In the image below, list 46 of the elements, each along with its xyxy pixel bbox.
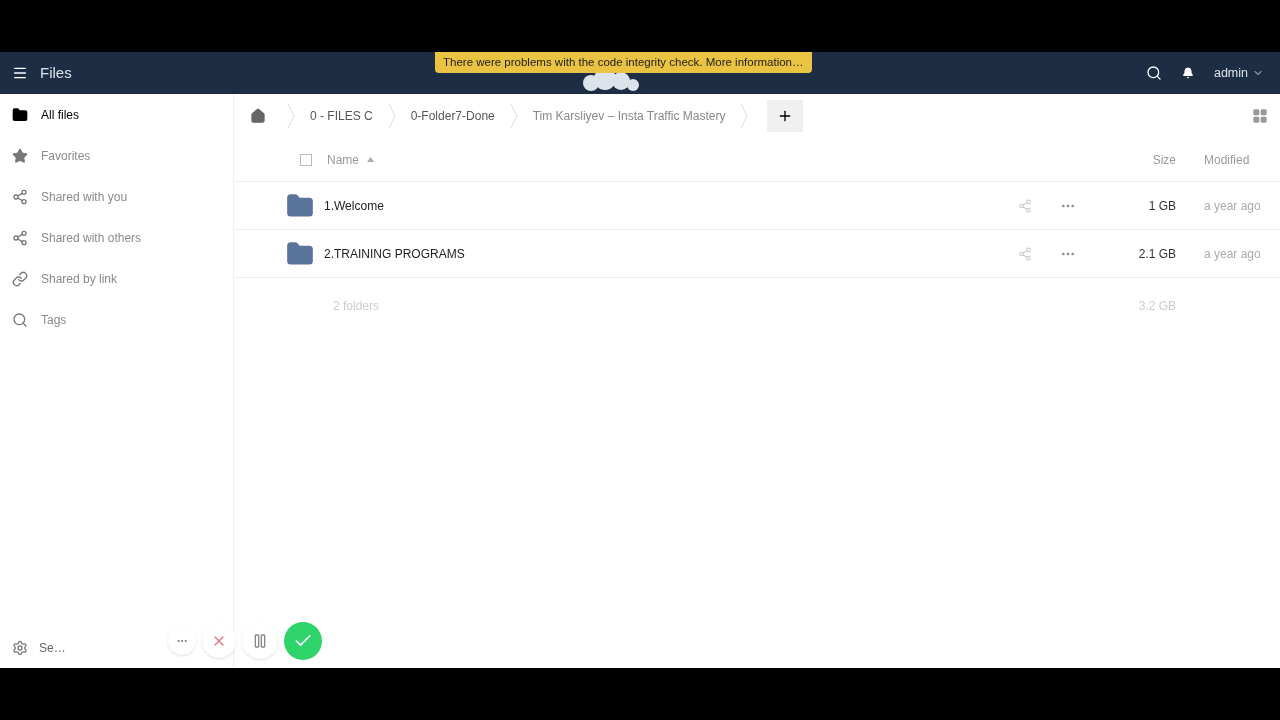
settings-icon (12, 640, 28, 656)
link-icon (12, 270, 28, 287)
search-icon[interactable] (1145, 65, 1162, 81)
grid-view-icon[interactable] (1252, 108, 1268, 124)
sidebar-item[interactable]: Favorites (0, 135, 233, 176)
app-title: Files (40, 62, 72, 83)
breadcrumb-separator-icon (387, 104, 396, 128)
star-icon (12, 147, 28, 164)
breadcrumb-separator-icon (740, 104, 749, 128)
file-size: 2.1 GB (1137, 245, 1176, 263)
search-icon (12, 311, 28, 328)
integrity-warning-banner[interactable]: There were problems with the code integrity check. More information… (435, 52, 812, 73)
breadcrumb-link[interactable]: 0 - FILES C (310, 107, 373, 125)
pause-button[interactable] (242, 623, 278, 659)
breadcrumb-link[interactable]: 0-Folder7-Done (410, 107, 495, 125)
confirm-button[interactable] (284, 622, 322, 660)
share-icon (12, 188, 28, 205)
sidebar-item[interactable]: Shared by link (0, 258, 233, 299)
sort-ascending-icon (367, 157, 374, 162)
new-button[interactable] (767, 100, 804, 132)
notification-bell-icon[interactable] (1181, 67, 1194, 79)
name-column-header[interactable]: Name (327, 150, 374, 169)
file-modified: a year ago (1203, 197, 1262, 215)
folder-icon (286, 191, 314, 220)
breadcrumb-separator-icon (287, 104, 295, 128)
breadcrumb-separator-icon (509, 104, 518, 128)
share-icon (12, 229, 28, 246)
menu-icon[interactable] (12, 65, 28, 81)
file-name[interactable]: 2.TRAINING PROGRAMS (324, 244, 465, 263)
file-name[interactable]: 1.Welcome (324, 196, 384, 215)
sidebar-item[interactable]: Shared with others (0, 217, 233, 258)
breadcrumb-link[interactable]: Tim Karsliyev – Insta Traffic Mastery (532, 107, 726, 125)
file-size: 1 GB (1147, 197, 1176, 215)
pause-icon (252, 633, 268, 649)
file-modified: a year ago (1203, 245, 1262, 263)
folder-icon (12, 106, 28, 123)
folder-icon (286, 239, 314, 268)
size-column-header[interactable]: Size (1116, 150, 1176, 169)
user-menu-button[interactable]: admin (1213, 63, 1264, 83)
home-icon[interactable] (250, 108, 266, 124)
select-all-checkbox[interactable] (300, 153, 312, 166)
sidebar-item[interactable]: Tags (0, 299, 233, 340)
sidebar-item[interactable]: All files (0, 94, 233, 135)
settings-item[interactable]: Se… (0, 628, 78, 668)
modified-column-header[interactable]: Modified (1176, 150, 1280, 169)
sidebar-item[interactable]: Shared with you (0, 176, 233, 217)
